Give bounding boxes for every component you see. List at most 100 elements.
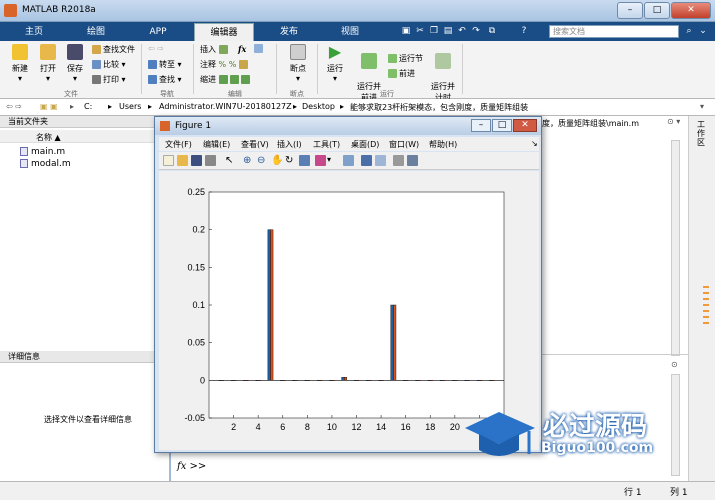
- link-plot-icon[interactable]: [343, 155, 354, 166]
- save-quick-icon[interactable]: ▣: [400, 25, 412, 37]
- help-icon[interactable]: ?: [518, 25, 530, 37]
- figure-window[interactable]: Figure 1 – □ ✕ 文件(F) 编辑(E) 查看(V) 插入(I) 工…: [154, 116, 542, 453]
- format-icon[interactable]: [254, 44, 265, 53]
- browse-icon[interactable]: ▸: [70, 102, 74, 111]
- switch-windows-icon[interactable]: ⧉: [486, 25, 498, 37]
- files-column-header[interactable]: 名称 ▲: [0, 130, 170, 143]
- address-dropdown-icon[interactable]: ▾: [700, 102, 704, 111]
- menu-desktop[interactable]: 桌面(D): [351, 139, 379, 150]
- command-window-controls-icon[interactable]: ⊙: [671, 360, 678, 369]
- open-file-icon[interactable]: [177, 155, 188, 166]
- breadcrumb-drive[interactable]: C:: [84, 102, 92, 111]
- find-button[interactable]: 查找 ▾: [148, 74, 182, 85]
- redo-icon[interactable]: ↷: [470, 25, 482, 37]
- figure-close-button[interactable]: ✕: [513, 119, 537, 132]
- menu-file[interactable]: 文件(F): [165, 139, 192, 150]
- group-label-breakpoints: 断点: [290, 90, 304, 98]
- breakpoints-button[interactable]: 断点 ▾: [282, 44, 314, 83]
- comment-button[interactable]: 注释 % %: [200, 59, 250, 70]
- indent-button[interactable]: 缩进: [200, 74, 252, 85]
- breadcrumb-user[interactable]: Administrator.WIN7U-20180127Z: [159, 102, 292, 111]
- goto-button[interactable]: 转至 ▾: [148, 59, 182, 70]
- breadcrumb-desktop[interactable]: Desktop: [302, 102, 335, 111]
- editor-panel-controls-icon[interactable]: ⊙ ▾: [667, 117, 680, 126]
- hide-plot-tools-icon[interactable]: [393, 155, 404, 166]
- legend-icon[interactable]: [375, 155, 386, 166]
- open-button[interactable]: 打开 ▾: [34, 44, 62, 83]
- folder-up-icon[interactable]: ▣ ▣: [40, 102, 58, 111]
- breadcrumb-project[interactable]: 能够求取23杆桁架模态，包含刚度，质量矩阵组装: [350, 102, 528, 113]
- menu-tools[interactable]: 工具(T): [313, 139, 340, 150]
- save-figure-icon[interactable]: [191, 155, 202, 166]
- find-files-button[interactable]: 查找文件: [92, 44, 135, 55]
- undo-icon[interactable]: ↶: [456, 25, 468, 37]
- nav-back-icon[interactable]: ⇦ ⇨: [6, 102, 22, 111]
- tab-plots[interactable]: 绘图: [66, 23, 126, 41]
- insert-function-button[interactable]: fx: [238, 44, 246, 54]
- brush-icon[interactable]: [315, 155, 326, 166]
- tab-view[interactable]: 视图: [322, 23, 378, 41]
- run-section-icon: [388, 54, 397, 63]
- pan-icon[interactable]: ✋: [271, 155, 283, 166]
- figure-minimize-button[interactable]: –: [471, 119, 491, 132]
- x-tick-label: 14: [376, 422, 386, 432]
- run-icon: ▶: [328, 42, 342, 61]
- search-icon[interactable]: ⌕: [683, 25, 695, 37]
- breadcrumb-users[interactable]: Users: [119, 102, 141, 111]
- save-button[interactable]: 保存 ▾: [62, 44, 88, 83]
- colorbar-icon[interactable]: [361, 155, 372, 166]
- file-item[interactable]: modal.m: [20, 159, 71, 169]
- run-section-button[interactable]: 运行节: [388, 53, 423, 64]
- wrap-icon: [238, 60, 248, 69]
- address-bar[interactable]: ⇦ ⇨ ▣ ▣ ▸ C: ▸ Users ▸ Administrator.WIN…: [0, 99, 715, 116]
- command-prompt[interactable]: fx >>: [177, 461, 206, 472]
- comment-toggle-icon: %: [228, 60, 237, 69]
- tab-apps[interactable]: APP: [130, 23, 186, 41]
- compare-button[interactable]: 比较 ▾: [92, 59, 126, 70]
- code-analyzer-marks: [703, 286, 709, 326]
- file-item[interactable]: main.m: [20, 147, 65, 157]
- zoom-in-icon[interactable]: ⊕: [243, 155, 254, 166]
- maximize-button[interactable]: □: [644, 2, 670, 19]
- tab-publish[interactable]: 发布: [262, 23, 316, 41]
- advance-button[interactable]: 前进: [388, 68, 415, 79]
- brush-dropdown-icon[interactable]: ▾: [327, 155, 338, 166]
- zoom-out-icon[interactable]: ⊖: [257, 155, 268, 166]
- data-cursor-icon[interactable]: [299, 155, 310, 166]
- run-and-time-button[interactable]: 运行并 计时: [428, 44, 458, 103]
- new-button[interactable]: 新建 ▾: [6, 44, 34, 83]
- indent-icon: [229, 75, 239, 84]
- back-forward-buttons[interactable]: ⇦ ⇨: [148, 44, 164, 53]
- menu-help[interactable]: 帮助(H): [429, 139, 457, 150]
- insert-button[interactable]: 插入: [200, 44, 230, 55]
- menu-dock-icon[interactable]: ↘: [531, 139, 538, 148]
- workspace-label[interactable]: 工作区: [697, 120, 707, 147]
- figure-maximize-button[interactable]: □: [492, 119, 512, 132]
- timer-icon: [435, 53, 451, 69]
- expand-ribbon-icon[interactable]: ⌄: [697, 25, 709, 37]
- new-figure-icon[interactable]: [163, 155, 174, 166]
- print-figure-icon[interactable]: [205, 155, 216, 166]
- close-button[interactable]: ✕: [671, 2, 711, 19]
- print-button[interactable]: 打印 ▾: [92, 74, 126, 85]
- paste-icon[interactable]: ▤: [442, 25, 454, 37]
- copy-icon[interactable]: ❐: [428, 25, 440, 37]
- tab-home[interactable]: 主页: [6, 23, 62, 41]
- menu-edit[interactable]: 编辑(E): [203, 139, 230, 150]
- bar-1-11: [341, 377, 345, 381]
- tab-editor[interactable]: 编辑器: [194, 23, 254, 41]
- show-plot-tools-icon[interactable]: [407, 155, 418, 166]
- run-button[interactable]: ▶ 运行 ▾: [322, 42, 348, 84]
- menu-insert[interactable]: 插入(I): [277, 139, 302, 150]
- pointer-icon[interactable]: ↖: [225, 155, 236, 166]
- percent-icon: %: [218, 60, 227, 69]
- cut-icon[interactable]: ✂: [414, 25, 426, 37]
- editor-scrollbar[interactable]: [671, 140, 680, 356]
- search-docs-input[interactable]: 搜索文档: [549, 25, 679, 38]
- rotate-icon[interactable]: ↻: [285, 155, 296, 166]
- menu-view[interactable]: 查看(V): [241, 139, 269, 150]
- ribbon-tab-bar: 主页 绘图 APP 编辑器 发布 视图 ▣ ✂ ❐ ▤ ↶ ↷ ⧉ ? 搜索文档…: [0, 22, 715, 41]
- minimize-button[interactable]: –: [617, 2, 643, 19]
- menu-window[interactable]: 窗口(W): [389, 139, 419, 150]
- current-folder-panel: 当前文件夹 名称 ▲ main.m modal.m 详细信息 选择文件以查看详细…: [0, 116, 170, 500]
